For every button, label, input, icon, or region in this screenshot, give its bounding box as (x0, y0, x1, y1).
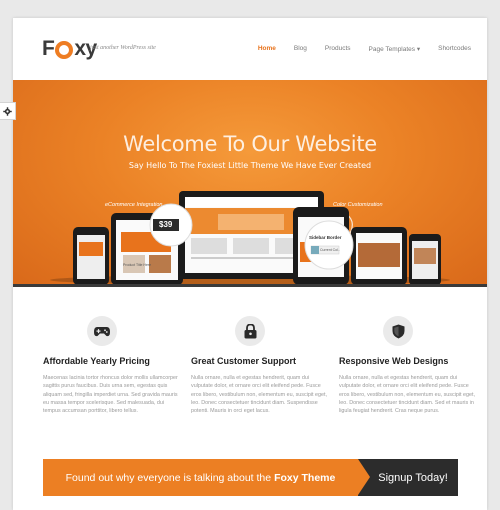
hero-divider (13, 284, 487, 287)
cta-text: Found out why everyone is talking about … (65, 471, 272, 484)
feature-text: Maecenas lacinia tortor rhoncus dolor mo… (43, 375, 178, 415)
feature-responsive: Responsive Web Designs Nulla ornare, nul… (339, 316, 479, 415)
device-showcase (50, 191, 450, 285)
cta-arrow (358, 459, 370, 495)
logo-o-mark (55, 41, 74, 59)
feature-support: Great Customer Support Nulla ornare, nul… (191, 316, 331, 415)
nav-products[interactable]: Products (325, 45, 351, 53)
feature-title: Affordable Yearly Pricing (43, 356, 150, 366)
cta-message: Found out why everyone is talking about … (43, 459, 358, 496)
feature-title: Responsive Web Designs (339, 356, 449, 366)
page: Fxy just another WordPress site Home Blo… (13, 18, 487, 510)
price-badge: $39 (159, 220, 173, 229)
cta-highlight: Foxy Theme (274, 471, 336, 484)
hero-banner: Welcome To Our Website Say Hello To The … (13, 80, 487, 285)
cta-bar: Found out why everyone is talking about … (43, 459, 458, 496)
feature-text: Nulla ornare, nulla et egestas hendrerit… (191, 375, 328, 415)
sidebar-current-label: Current Col.. (320, 248, 340, 252)
nav-shortcodes[interactable]: Shortcodes (438, 45, 471, 53)
lock-icon (235, 316, 265, 346)
gear-icon (3, 106, 12, 116)
logo-letter-f: F (42, 37, 55, 60)
nav-blog[interactable]: Blog (294, 45, 307, 53)
signup-button[interactable]: Signup Today! (358, 459, 458, 496)
gamepad-icon (87, 316, 117, 346)
settings-tab[interactable] (0, 102, 16, 120)
feature-text: Nulla ornare, nulla et egestas hendrerit… (339, 375, 476, 415)
site-header: Fxy just another WordPress site Home Blo… (13, 18, 487, 80)
nav-page-templates[interactable]: Page Templates ▾ (369, 45, 421, 53)
shield-icon (383, 316, 413, 346)
main-nav: Home Blog Products Page Templates ▾ Shor… (240, 45, 471, 53)
sidebar-border-label: Sidebar Border (309, 235, 342, 240)
site-logo[interactable]: Fxy (42, 37, 97, 61)
feature-pricing: Affordable Yearly Pricing Maecenas lacin… (43, 316, 183, 415)
product-title-label: Product Title Here (123, 263, 152, 267)
site-tagline: just another WordPress site (90, 45, 156, 51)
nav-home[interactable]: Home (258, 45, 276, 53)
feature-title: Great Customer Support (191, 356, 297, 366)
